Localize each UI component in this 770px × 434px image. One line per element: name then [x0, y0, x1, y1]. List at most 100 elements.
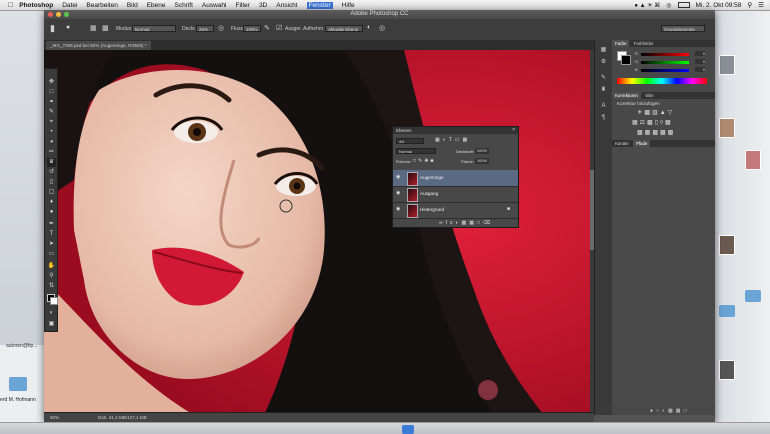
document-canvas[interactable] [44, 50, 594, 415]
clone-stamp-tool-icon[interactable]: ♛ [47, 158, 56, 167]
blend-mode-select[interactable]: Normal [396, 148, 436, 154]
menubar-clock[interactable]: Mi. 2. Okt 09:58 [696, 2, 742, 9]
b-track[interactable] [641, 69, 689, 72]
airbrush-icon[interactable]: ✎ [264, 24, 270, 32]
zoom-field[interactable]: 50% [50, 415, 59, 420]
status-icons[interactable]: ● ▲ ☀ ⌘ [634, 2, 660, 9]
tab-kanaele[interactable]: Kanäle [612, 140, 632, 147]
dodge-tool-icon[interactable]: ● [47, 208, 56, 217]
pen-tool-icon[interactable]: ✒ [47, 220, 56, 229]
doc-size-info[interactable]: Dok: 41,4 MB/137,1 MB [98, 415, 147, 420]
menu-schrift[interactable]: Schrift [174, 2, 192, 9]
type-tool-icon[interactable]: T [47, 230, 56, 239]
menu-ansicht[interactable]: Ansicht [276, 2, 297, 9]
document-tab[interactable]: _MG_7066.psd bei 50% (Augenringe, RGB/8)… [46, 41, 151, 50]
ignore-adjust-icon[interactable]: ◐ [367, 24, 371, 31]
apple-icon[interactable]:  [8, 2, 13, 9]
r-track[interactable] [641, 53, 689, 56]
minimize-button[interactable] [56, 12, 61, 17]
clone-source-icon[interactable]: ▩ [102, 24, 109, 32]
panel-close-icon[interactable]: × [512, 127, 515, 133]
brush-tool-icon[interactable]: ✏ [47, 148, 56, 157]
color-slider-b[interactable]: B 0 [617, 67, 707, 73]
visibility-eye-icon[interactable]: ◉ [396, 207, 401, 212]
thumbnail-icon[interactable] [745, 150, 761, 170]
color-slider-g[interactable]: G 0 [617, 59, 707, 65]
layer-row-augenringe[interactable]: ◉ Augenringe [393, 170, 518, 187]
properties-icon[interactable]: ⚙ [599, 58, 608, 67]
brush-panel-icon[interactable]: ▦ [90, 24, 97, 32]
layer-row-hintergrund[interactable]: ◉ Hintergrund ■ [393, 202, 518, 219]
zoom-button[interactable] [64, 12, 69, 17]
thumbnail-icon[interactable] [719, 235, 735, 255]
close-button[interactable] [48, 12, 53, 17]
move-tool-icon[interactable]: ✥ [47, 78, 56, 87]
crop-tool-icon[interactable]: ⌖ [47, 118, 56, 127]
finder-label-authors[interactable]: autoren@fip... [6, 343, 37, 349]
lasso-tool-icon[interactable]: ⚭ [47, 98, 56, 107]
layer-opacity-field[interactable]: 100% [475, 148, 489, 154]
sample-select[interactable]: Aktuelle Ebene [325, 25, 363, 32]
path-select-tool-icon[interactable]: ➤ [47, 240, 56, 249]
paragraph-icon[interactable]: ¶ [599, 114, 608, 123]
eyedropper-tool-icon[interactable]: • [47, 128, 56, 137]
g-track[interactable] [641, 61, 689, 64]
folder-icon[interactable] [719, 305, 735, 317]
g-value[interactable]: 0 [695, 59, 705, 64]
history-brush-tool-icon[interactable]: ↺ [47, 168, 56, 177]
menu-bild[interactable]: Bild [127, 2, 138, 9]
lock-icons[interactable]: □✎✥■ [413, 158, 435, 164]
aligned-checkbox[interactable]: ☑ [276, 24, 282, 32]
menu-ebene[interactable]: Ebene [147, 2, 166, 9]
fill-field[interactable]: 100% [475, 158, 489, 164]
pressure-opacity-icon[interactable]: ◎ [218, 24, 224, 32]
opacity-field[interactable]: 25% [196, 25, 214, 32]
pressure-size-icon[interactable]: ◎ [379, 24, 385, 32]
folder-icon[interactable] [9, 377, 27, 391]
tab-pfade[interactable]: Pfade [632, 140, 651, 147]
r-value[interactable]: 0 [695, 51, 705, 56]
adjust-icons-row-1[interactable]: ☀▩▥▲▽ [637, 109, 674, 116]
layers-tab[interactable]: Ebenen [396, 128, 412, 133]
zoom-tool-icon[interactable]: ⚲ [47, 272, 56, 281]
adjust-icons-row-2[interactable]: ▦⚖▩▯◊▦ [632, 119, 673, 126]
layers-footer-icons[interactable]: ∞fx◐▩▦□⌫ [439, 220, 493, 226]
wifi-icon[interactable]: ◎ [666, 2, 671, 9]
layer-kind-filter[interactable]: Art [396, 138, 424, 144]
clone-source-panel-icon[interactable]: ♜ [599, 86, 608, 95]
stamp-tool-icon[interactable]: ▮ [50, 23, 55, 34]
tab-stile[interactable]: Stile [642, 92, 657, 99]
panel-footer-icons[interactable]: ●○◐▩▦□ [650, 408, 690, 414]
menu-app[interactable]: Photoshop [19, 2, 53, 9]
tab-korrekturen[interactable]: Korrekturen [612, 92, 641, 99]
thumbnail-icon[interactable] [719, 360, 735, 380]
folder-icon[interactable] [745, 290, 761, 302]
brush-size-picker[interactable]: ● [66, 24, 70, 31]
mode-select[interactable]: Normal [132, 25, 176, 32]
visibility-eye-icon[interactable]: ◉ [396, 191, 401, 196]
screen-mode-icon[interactable]: ▣ [47, 320, 56, 329]
tab-farbe[interactable]: Farbe [612, 40, 630, 47]
color-spectrum-bar[interactable] [617, 78, 707, 84]
hand-tool-icon[interactable]: ✋ [47, 262, 56, 271]
thumbnail-icon[interactable] [719, 118, 735, 138]
shape-tool-icon[interactable]: ▭ [47, 250, 56, 259]
eraser-tool-icon[interactable]: ▯ [47, 178, 56, 187]
healing-tool-icon[interactable]: ◕ [47, 138, 56, 147]
quick-select-tool-icon[interactable]: ✎ [47, 108, 56, 117]
quick-mask-icon[interactable]: ◐ [47, 309, 56, 318]
history-icon[interactable]: ▦ [599, 46, 608, 55]
swap-colors-icon[interactable]: ⇅ [47, 282, 56, 291]
menu-hilfe[interactable]: Hilfe [342, 2, 355, 9]
gradient-tool-icon[interactable]: ▢ [47, 188, 56, 197]
search-icon[interactable]: ⚲ [747, 1, 752, 9]
thumbnail-icon[interactable] [719, 55, 735, 75]
menu-datei[interactable]: Datei [62, 2, 77, 9]
menu-bearbeiten[interactable]: Bearbeiten [86, 2, 117, 9]
list-icon[interactable]: ☰ [758, 1, 764, 9]
visibility-eye-icon[interactable]: ◉ [396, 175, 401, 180]
brush-preset-icon[interactable]: ✎ [599, 74, 608, 83]
character-icon[interactable]: A [599, 102, 608, 111]
menu-3d[interactable]: 3D [259, 2, 267, 9]
adjust-icons-row-3[interactable]: ▩▩▩▩▩ [637, 129, 675, 136]
